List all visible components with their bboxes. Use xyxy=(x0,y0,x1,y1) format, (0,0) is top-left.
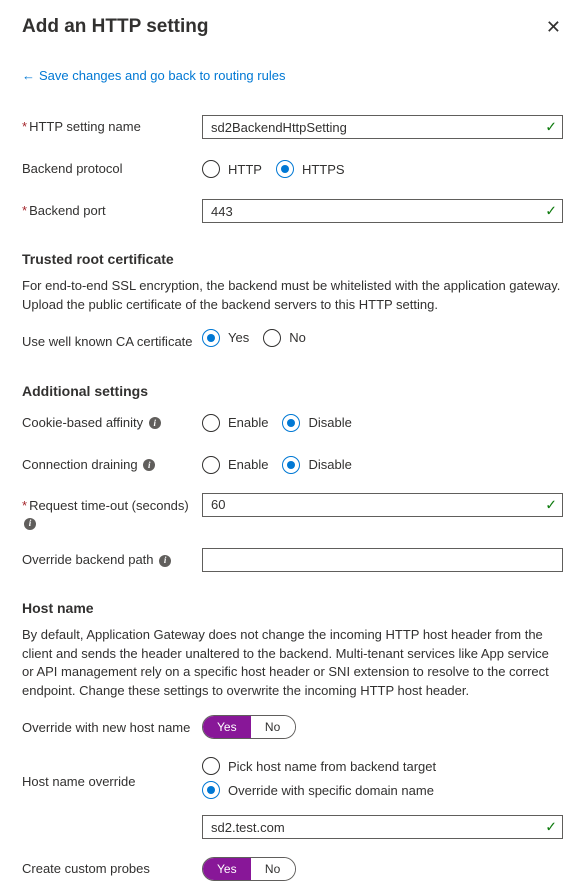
radio-ca-no[interactable]: No xyxy=(263,329,306,347)
radio-backend-protocol-http[interactable]: HTTP xyxy=(202,160,262,178)
label-override-new-host: Override with new host name xyxy=(22,715,202,737)
info-icon[interactable]: i xyxy=(24,518,36,530)
toggle-no[interactable]: No xyxy=(251,858,295,880)
input-http-setting-name[interactable] xyxy=(202,115,563,139)
heading-additional-settings: Additional settings xyxy=(22,383,563,399)
label-override-backend-path: Override backend path i xyxy=(22,551,202,569)
radio-ca-yes[interactable]: Yes xyxy=(202,329,249,347)
back-link-label: Save changes and go back to routing rule… xyxy=(39,68,285,83)
toggle-create-custom-probes[interactable]: Yes No xyxy=(202,857,296,881)
label-create-custom-probes: Create custom probes xyxy=(22,860,202,878)
radio-drain-disable[interactable]: Disable xyxy=(282,456,351,474)
radio-pick-from-backend[interactable]: Pick host name from backend target xyxy=(202,757,436,775)
label-backend-port: *Backend port xyxy=(22,202,202,220)
label-request-timeout: *Request time-out (seconds) i xyxy=(22,493,202,532)
close-button[interactable]: ✕ xyxy=(544,16,563,38)
heading-host-name: Host name xyxy=(22,600,563,616)
desc-trusted-root: For end-to-end SSL encryption, the backe… xyxy=(22,277,563,315)
label-host-name-override: Host name override xyxy=(22,757,202,791)
radio-cookie-disable[interactable]: Disable xyxy=(282,414,351,432)
radio-backend-protocol-https[interactable]: HTTPS xyxy=(276,160,345,178)
label-connection-draining: Connection draining i xyxy=(22,456,202,474)
arrow-left-icon: ← xyxy=(22,68,35,83)
input-override-backend-path[interactable] xyxy=(202,548,563,572)
label-use-well-known-ca: Use well known CA certificate xyxy=(22,329,202,351)
radio-cookie-enable[interactable]: Enable xyxy=(202,414,268,432)
input-request-timeout[interactable] xyxy=(202,493,563,517)
toggle-override-new-host[interactable]: Yes No xyxy=(202,715,296,739)
label-cookie-affinity: Cookie-based affinity i xyxy=(22,414,202,432)
info-icon[interactable]: i xyxy=(143,459,155,471)
radio-drain-enable[interactable]: Enable xyxy=(202,456,268,474)
close-icon: ✕ xyxy=(546,17,561,37)
toggle-no[interactable]: No xyxy=(251,716,295,738)
input-host-name[interactable] xyxy=(202,815,563,839)
panel-title: Add an HTTP setting xyxy=(22,16,208,38)
info-icon[interactable]: i xyxy=(149,417,161,429)
toggle-yes[interactable]: Yes xyxy=(203,716,251,738)
back-link[interactable]: ← Save changes and go back to routing ru… xyxy=(22,68,285,83)
info-icon[interactable]: i xyxy=(159,555,171,567)
label-http-setting-name: *HTTP setting name xyxy=(22,118,202,136)
heading-trusted-root: Trusted root certificate xyxy=(22,251,563,267)
label-backend-protocol: Backend protocol xyxy=(22,160,202,178)
input-backend-port[interactable] xyxy=(202,199,563,223)
radio-override-specific[interactable]: Override with specific domain name xyxy=(202,781,434,799)
desc-host-name: By default, Application Gateway does not… xyxy=(22,626,563,701)
toggle-yes[interactable]: Yes xyxy=(203,858,251,880)
